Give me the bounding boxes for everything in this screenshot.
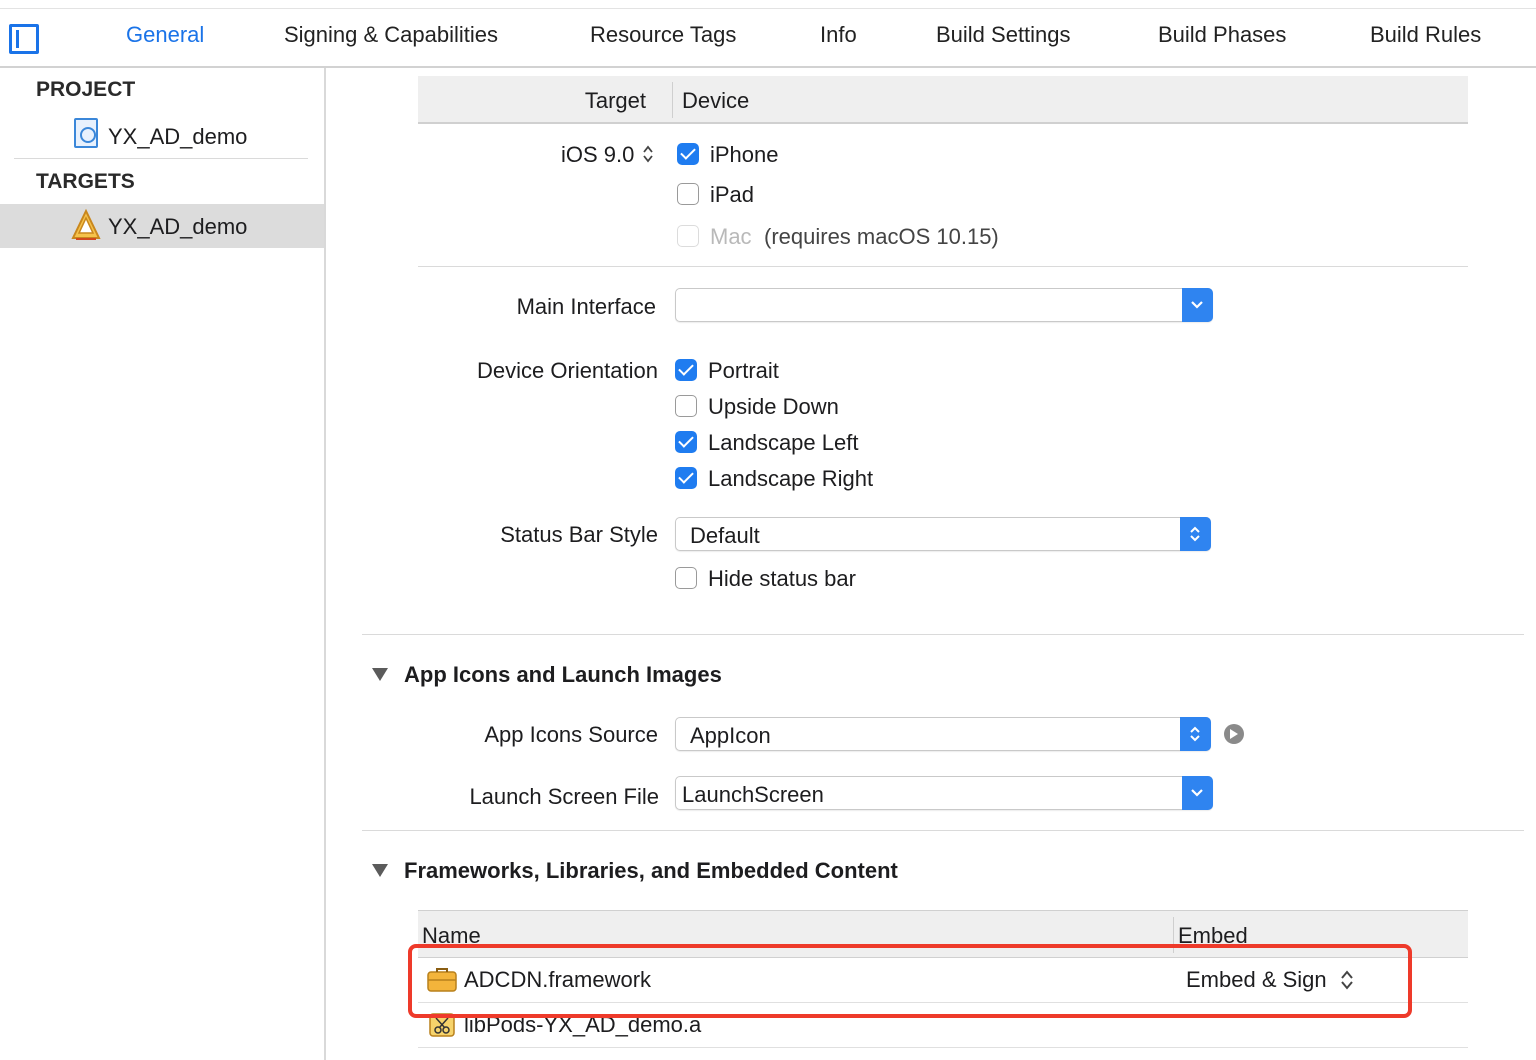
- portrait-checkbox[interactable]: [675, 359, 697, 381]
- tab-build-settings[interactable]: Build Settings: [936, 22, 1071, 48]
- tab-info[interactable]: Info: [820, 22, 857, 48]
- app-target-icon: [71, 208, 101, 240]
- app-icons-source-popup[interactable]: AppIcon: [675, 717, 1211, 751]
- app-icons-disclosure-triangle-icon[interactable]: [372, 668, 388, 681]
- project-file-icon: [74, 118, 98, 148]
- device-orientation-label: Device Orientation: [477, 358, 658, 383]
- section-divider: [362, 634, 1524, 635]
- launch-screen-file-combobox[interactable]: LaunchScreen: [675, 776, 1213, 810]
- annotation-highlight-box: [408, 944, 1412, 1018]
- project-item[interactable]: YX_AD_demo: [0, 114, 324, 158]
- main-interface-dropdown-button[interactable]: [1182, 288, 1213, 322]
- launch-screen-dropdown-button[interactable]: [1182, 776, 1213, 810]
- status-bar-style-value: Default: [690, 523, 760, 548]
- deployment-table-header: Target Device: [418, 76, 1468, 124]
- mac-label: Mac: [710, 224, 752, 249]
- portrait-label: Portrait: [708, 358, 779, 383]
- target-item-label: YX_AD_demo: [108, 214, 248, 239]
- column-header-device: Device: [682, 88, 750, 113]
- project-section-heading: PROJECT: [36, 78, 136, 101]
- status-bar-style-stepper[interactable]: [1180, 517, 1211, 551]
- landscape-right-checkbox[interactable]: [675, 467, 697, 489]
- frameworks-disclosure-triangle-icon[interactable]: [372, 864, 388, 877]
- main-interface-combobox[interactable]: [675, 288, 1213, 322]
- hide-status-bar-label: Hide status bar: [708, 566, 856, 591]
- general-settings-content: Target Device iOS 9.0 iPhone iPad Mac (r…: [326, 68, 1536, 1060]
- ios-deployment-target-value[interactable]: iOS 9.0: [561, 142, 634, 168]
- targets-section-heading: TARGETS: [36, 170, 135, 193]
- go-to-asset-arrow-icon[interactable]: [1224, 724, 1244, 744]
- ipad-checkbox[interactable]: [677, 183, 699, 205]
- landscape-left-checkbox[interactable]: [675, 431, 697, 453]
- app-icons-source-value: AppIcon: [690, 723, 771, 748]
- project-navigator-panel: PROJECT YX_AD_demo TARGETS YX_AD_demo: [0, 68, 326, 1060]
- updown-chevron-icon: [1190, 726, 1200, 742]
- mac-checkbox: [677, 225, 699, 247]
- chevron-down-icon: [1191, 789, 1203, 797]
- upside-down-checkbox[interactable]: [675, 395, 697, 417]
- sidebar-toggle-icon[interactable]: [9, 24, 39, 54]
- status-bar-style-label: Status Bar Style: [500, 522, 658, 547]
- sidebar-divider: [14, 158, 308, 159]
- column-header-target: Target: [584, 88, 646, 113]
- section-divider: [362, 830, 1524, 831]
- updown-chevron-icon: [1190, 526, 1200, 542]
- hide-status-bar-checkbox[interactable]: [675, 567, 697, 589]
- column-separator: [672, 82, 673, 118]
- tab-signing-capabilities[interactable]: Signing & Capabilities: [284, 22, 498, 48]
- iphone-label: iPhone: [710, 142, 779, 167]
- tab-general[interactable]: General: [126, 22, 204, 48]
- deployment-divider: [418, 266, 1468, 267]
- tab-build-phases[interactable]: Build Phases: [1158, 22, 1286, 48]
- app-icons-source-stepper[interactable]: [1180, 717, 1211, 751]
- mac-requirement-note: (requires macOS 10.15): [764, 224, 999, 249]
- upside-down-label: Upside Down: [708, 394, 839, 419]
- main-interface-label: Main Interface: [516, 294, 656, 319]
- project-item-label: YX_AD_demo: [108, 124, 248, 149]
- app-icons-source-label: App Icons Source: [484, 722, 658, 747]
- target-item[interactable]: YX_AD_demo: [0, 204, 324, 248]
- status-bar-style-popup[interactable]: Default: [675, 517, 1211, 551]
- tabbar-top-divider: [0, 8, 1536, 9]
- chevron-down-icon: [1191, 301, 1203, 309]
- ios-version-stepper-icon[interactable]: [642, 144, 654, 164]
- landscape-right-label: Landscape Right: [708, 466, 874, 491]
- launch-screen-file-label: Launch Screen File: [469, 784, 659, 809]
- iphone-checkbox[interactable]: [677, 143, 699, 165]
- landscape-left-label: Landscape Left: [708, 430, 859, 455]
- tab-resource-tags[interactable]: Resource Tags: [590, 22, 736, 48]
- frameworks-section-title: Frameworks, Libraries, and Embedded Cont…: [404, 858, 898, 883]
- tab-build-rules[interactable]: Build Rules: [1370, 22, 1481, 48]
- launch-screen-file-value[interactable]: LaunchScreen: [682, 782, 824, 808]
- app-icons-section-title: App Icons and Launch Images: [404, 662, 722, 687]
- editor-tab-bar: General Signing & Capabilities Resource …: [0, 0, 1536, 68]
- ipad-label: iPad: [710, 182, 755, 207]
